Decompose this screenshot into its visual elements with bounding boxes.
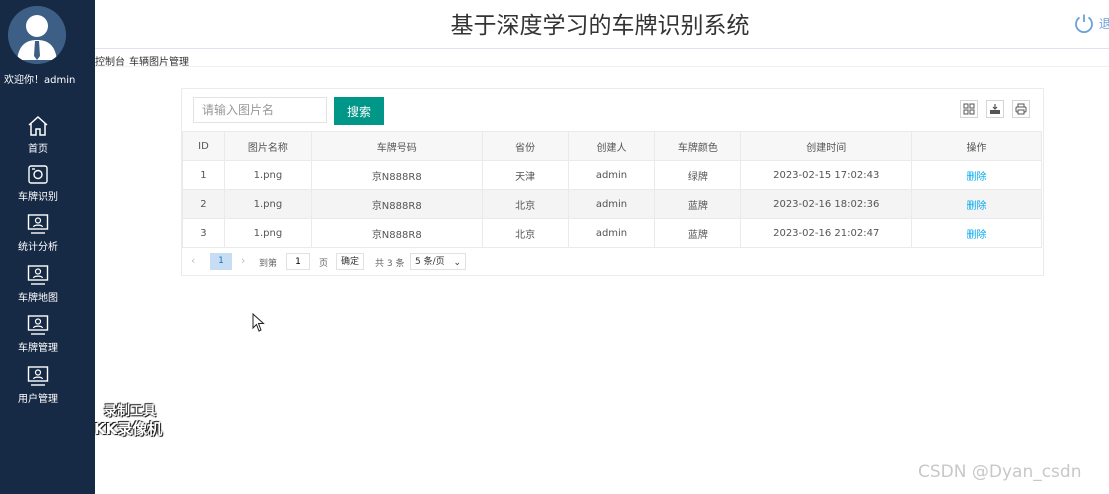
table-row[interactable]: 2 1.png 京N888R8 北京 admin 蓝牌 2023-02-16 1… [182,189,1042,219]
sidebar-item-user-management[interactable]: 用户管理 [0,364,76,405]
cell-created-time: 2023-02-16 21:02:47 [740,218,913,248]
cell-plate-color: 蓝牌 [654,189,742,219]
cell-plate-color: 绿牌 [654,160,742,190]
cell-creator: admin [567,160,656,190]
mouse-cursor-icon [252,313,265,332]
delete-link[interactable]: 删除 [967,201,987,212]
cell-image-name: 1.png [223,218,312,248]
table-panel: 搜索 ID 图片名称 车牌号码 [181,88,1044,276]
column-header-created-time[interactable]: 创建时间 [740,131,913,161]
cell-creator: admin [567,189,656,219]
cell-image-name: 1.png [223,160,312,190]
column-header-id[interactable]: ID [182,131,225,161]
sidebar-item-plate-management[interactable]: 车牌管理 [0,313,76,354]
sidebar-item-label: 车牌识别 [18,192,58,203]
home-icon [28,115,48,136]
cell-id: 3 [182,218,225,248]
cell-province: 北京 [481,218,569,248]
search-button[interactable]: 搜索 [334,97,384,125]
monitor-user-icon [27,315,49,335]
print-button[interactable] [1012,100,1030,118]
sidebar-item-plate-recognition[interactable]: 车牌识别 [0,162,76,203]
goto-confirm-button[interactable]: 确定 [336,253,364,270]
page-size-select[interactable]: 5 条/页 ⌄ [410,253,466,270]
table-header-row: ID 图片名称 车牌号码 省份 创建人 车牌颜色 创建时间 操作 [182,131,1042,161]
camera-icon [28,165,48,184]
columns-icon [963,103,975,115]
welcome-text: 欢迎你！admin [4,75,76,86]
monitor-user-icon [27,214,49,234]
next-page-icon[interactable]: › [241,254,245,267]
cell-image-name: 1.png [223,189,312,219]
cell-actions: 删除 [911,218,1042,248]
prev-page-icon[interactable]: ‹ [191,254,195,267]
cell-created-time: 2023-02-16 18:02:36 [740,189,913,219]
cell-id: 2 [182,189,225,219]
header-divider [95,48,1109,49]
page-size-value: 5 条/页 [415,257,445,267]
sidebar-item-statistics[interactable]: 统计分析 [0,212,76,253]
table-row[interactable]: 3 1.png 京N888R8 北京 admin 蓝牌 2023-02-16 2… [182,218,1042,248]
page-label: 页 [319,259,329,269]
recorder-watermark-top: 录制工具 [104,404,157,419]
cell-plate-color: 蓝牌 [654,218,742,248]
cell-id: 1 [182,160,225,190]
cell-province: 北京 [481,189,569,219]
cell-created-time: 2023-02-15 17:02:43 [740,160,913,190]
table-row[interactable]: 1 1.png 京N888R8 天津 admin 绿牌 2023-02-15 1… [182,160,1042,190]
chevron-down-icon: ⌄ [453,258,461,268]
goto-page-input[interactable] [286,253,310,270]
total-count: 共 3 条 [375,259,405,269]
delete-link[interactable]: 删除 [967,230,987,241]
column-header-plate-number[interactable]: 车牌号码 [310,131,483,161]
sidebar-item-label: 首页 [28,144,48,155]
cell-actions: 删除 [911,189,1042,219]
delete-link[interactable]: 删除 [967,172,987,183]
columns-button[interactable] [960,100,978,118]
column-header-plate-color[interactable]: 车牌颜色 [654,131,742,161]
monitor-user-icon [27,366,49,386]
cell-plate-number: 京N888R8 [310,160,483,190]
goto-label: 到第 [259,259,278,269]
export-button[interactable] [986,100,1004,118]
sidebar-item-plate-map[interactable]: 车牌地图 [0,263,76,304]
export-icon [990,104,1000,114]
column-header-province[interactable]: 省份 [481,131,569,161]
cell-plate-number: 京N888R8 [310,218,483,248]
monitor-user-icon [27,265,49,285]
column-header-actions: 操作 [911,131,1042,161]
recorder-watermark-bottom: KK录像机 [94,420,163,438]
sidebar-item-label: 车牌地图 [18,293,58,304]
cell-creator: admin [567,218,656,248]
sidebar-item-label: 用户管理 [18,394,58,405]
data-table: ID 图片名称 车牌号码 省份 创建人 车牌颜色 创建时间 操作 1 1.png… [182,131,1042,248]
cell-actions: 删除 [911,160,1042,190]
cell-province: 天津 [481,160,569,190]
print-icon [1015,103,1027,115]
sidebar: 欢迎你！admin 首页 车牌识别 统计分析 车牌地图 车牌管理 用户管理 [0,0,95,494]
column-header-image-name[interactable]: 图片名称 [223,131,312,161]
column-header-creator[interactable]: 创建人 [567,131,656,161]
sidebar-item-home[interactable]: 首页 [0,114,76,155]
sidebar-item-label: 统计分析 [18,242,58,253]
search-input[interactable] [193,97,327,123]
csdn-watermark: CSDN @Dyan_csdn [918,462,1082,482]
cell-plate-number: 京N888R8 [310,189,483,219]
power-icon[interactable] [1073,12,1095,34]
current-page-button[interactable]: 1 [210,253,232,270]
logout-label[interactable]: 退 [1099,15,1109,32]
page-title: 基于深度学习的车牌识别系统 [450,13,750,39]
breadcrumb-divider [95,66,1109,67]
sidebar-item-label: 车牌管理 [18,343,58,354]
